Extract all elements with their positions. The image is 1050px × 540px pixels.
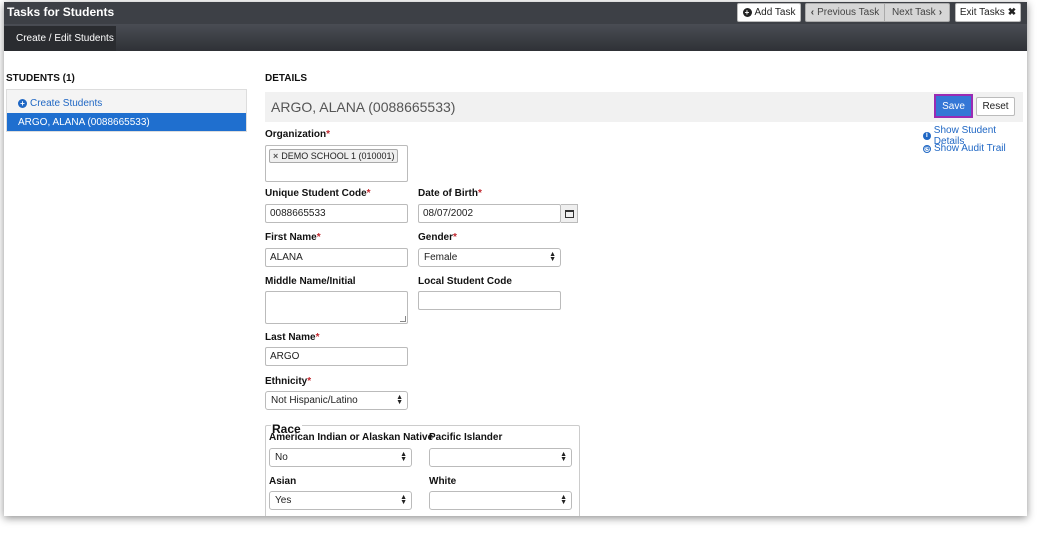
reset-button[interactable]: Reset xyxy=(976,97,1015,116)
select-arrows-icon: ▲ ▼ xyxy=(396,394,403,406)
plus-circle-icon: + xyxy=(18,99,27,108)
ethnicity-label: Ethnicity* xyxy=(265,376,311,387)
previous-task-button[interactable]: ‹ Previous Task xyxy=(805,3,885,22)
ethnicity-label-text: Ethnicity xyxy=(265,376,308,387)
student-list-item[interactable]: ARGO, ALANA (0088665533) xyxy=(7,113,246,131)
ethnicity-select[interactable]: Not Hispanic/Latino ▲ ▼ xyxy=(265,391,408,410)
calendar-icon xyxy=(564,209,574,218)
unique-student-code-input[interactable]: 0088665533 xyxy=(265,204,408,223)
required-marker: * xyxy=(307,376,312,387)
chevron-left-icon: ‹ xyxy=(810,7,815,18)
white-select[interactable]: ▲ ▼ xyxy=(429,491,572,510)
select-arrows-icon: ▲ ▼ xyxy=(560,451,567,463)
first-name-input[interactable]: ALANA xyxy=(265,248,408,267)
asian-select[interactable]: Yes ▲ ▼ xyxy=(269,491,412,510)
select-arrows-icon: ▲ ▼ xyxy=(400,451,407,463)
gender-value: Female xyxy=(424,252,458,263)
required-marker: * xyxy=(453,232,457,243)
details-heading: DETAILS xyxy=(265,73,308,84)
last-name-input[interactable]: ARGO xyxy=(265,347,408,366)
organization-label-text: Organization xyxy=(265,129,327,140)
last-name-label: Last Name* xyxy=(265,332,319,343)
students-heading: STUDENTS (1) xyxy=(6,73,75,84)
add-task-button[interactable]: + Add Task xyxy=(737,3,801,22)
next-task-button[interactable]: Next Task › xyxy=(885,3,950,22)
required-marker: * xyxy=(316,232,321,243)
students-list: + Create Students ARGO, ALANA (008866553… xyxy=(6,89,247,132)
american-indian-label: American Indian or Alaskan Native xyxy=(269,432,434,443)
clock-icon: ◷ xyxy=(923,144,931,153)
exit-tasks-label: Exit Tasks xyxy=(959,7,1005,18)
american-indian-select[interactable]: No ▲ ▼ xyxy=(269,448,412,467)
date-of-birth-label: Date of Birth* xyxy=(418,188,482,199)
calendar-button[interactable] xyxy=(561,204,578,223)
organization-tag: × DEMO SCHOOL 1 (010001) xyxy=(269,149,399,163)
details-header-bar: ARGO, ALANA (0088665533) Save Reset xyxy=(265,92,1023,122)
show-audit-trail-label: Show Audit Trail xyxy=(934,143,1006,154)
required-marker: * xyxy=(315,332,320,343)
info-icon: i xyxy=(923,131,931,140)
pacific-islander-select[interactable]: ▲ ▼ xyxy=(429,448,572,467)
ethnicity-value: Not Hispanic/Latino xyxy=(271,395,358,406)
date-of-birth-input[interactable]: 08/07/2002 xyxy=(418,204,561,223)
last-name-label-text: Last Name xyxy=(265,332,316,343)
gender-label: Gender* xyxy=(418,232,457,243)
gender-label-text: Gender xyxy=(418,232,454,243)
save-button[interactable]: Save xyxy=(934,94,973,118)
first-name-label-text: First Name xyxy=(265,232,317,243)
organization-tag-label: DEMO SCHOOL 1 (010001) xyxy=(281,151,395,161)
middle-name-label: Middle Name/Initial xyxy=(265,276,356,287)
white-label: White xyxy=(429,476,457,487)
asian-value: Yes xyxy=(275,495,292,506)
side-links: i Show Student Details ◷ Show Audit Trai… xyxy=(923,125,1027,155)
plus-circle-icon: + xyxy=(742,8,752,17)
first-name-label: First Name* xyxy=(265,232,321,243)
organization-label: Organization* xyxy=(265,129,330,140)
local-student-code-input[interactable] xyxy=(418,291,561,310)
next-task-label: Next Task xyxy=(891,7,936,18)
student-title: ARGO, ALANA (0088665533) xyxy=(271,99,456,115)
asian-label: Asian xyxy=(269,476,297,487)
close-icon: ✖ xyxy=(1007,7,1017,18)
chevron-right-icon: › xyxy=(938,7,943,18)
show-student-details-link[interactable]: i Show Student Details xyxy=(923,125,1027,147)
required-marker: * xyxy=(478,188,482,199)
tab-create-edit-students[interactable]: Create / Edit Students xyxy=(4,26,116,51)
middle-name-textarea[interactable] xyxy=(265,291,408,324)
local-student-code-label: Local Student Code xyxy=(418,276,512,287)
unique-student-code-label-text: Unique Student Code xyxy=(265,188,367,199)
exit-tasks-button[interactable]: Exit Tasks ✖ xyxy=(955,3,1021,22)
add-task-label: Add Task xyxy=(754,7,796,18)
top-bar: Tasks for Students + Add Task ‹ Previous… xyxy=(4,2,1027,24)
select-arrows-icon: ▲ ▼ xyxy=(400,494,407,506)
app-title: Tasks for Students xyxy=(7,5,115,19)
tab-bar: Create / Edit Students xyxy=(4,24,1027,51)
required-marker: * xyxy=(366,188,371,199)
select-arrows-icon: ▲ ▼ xyxy=(560,494,567,506)
gender-select[interactable]: Female ▲ ▼ xyxy=(418,248,561,267)
organization-multiselect[interactable]: × DEMO SCHOOL 1 (010001) xyxy=(265,145,408,182)
create-students-link[interactable]: + Create Students xyxy=(18,98,102,109)
unique-student-code-label: Unique Student Code* xyxy=(265,188,371,199)
required-marker: * xyxy=(326,129,331,140)
american-indian-value: No xyxy=(275,452,288,463)
pacific-islander-label: Pacific Islander xyxy=(429,432,503,443)
remove-tag-icon[interactable]: × xyxy=(273,151,278,161)
select-arrows-icon: ▲ ▼ xyxy=(549,251,556,263)
create-students-label: Create Students xyxy=(30,98,103,109)
app-window: Tasks for Students + Add Task ‹ Previous… xyxy=(4,2,1027,516)
date-of-birth-label-text: Date of Birth xyxy=(418,188,478,199)
previous-task-label: Previous Task xyxy=(817,7,880,18)
